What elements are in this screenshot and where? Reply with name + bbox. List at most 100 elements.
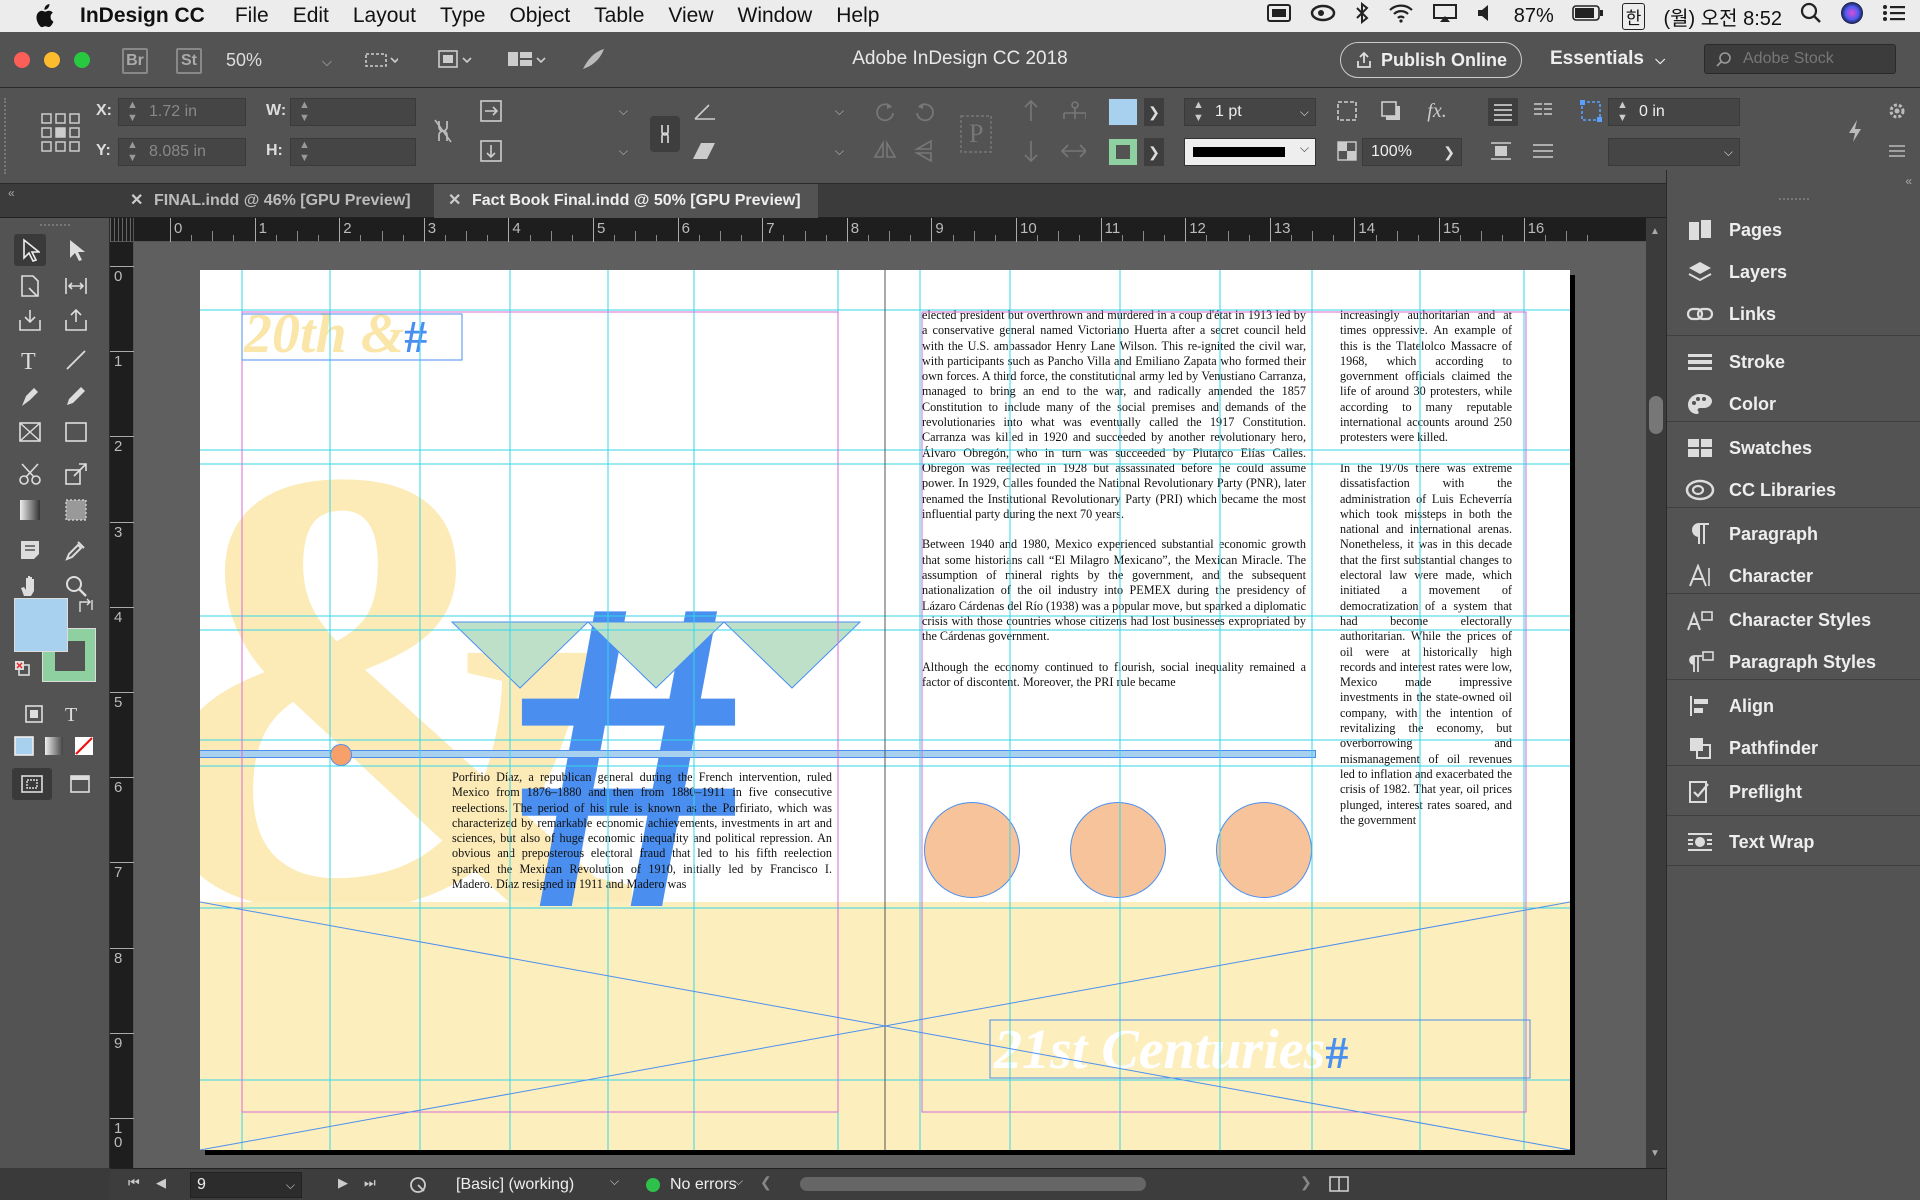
apply-color-icon[interactable]	[10, 732, 38, 760]
line-tool-icon[interactable]	[60, 344, 92, 376]
y-position-field[interactable]: 8.085 in ▲ ▼	[118, 138, 246, 166]
reference-point-icon[interactable]	[38, 110, 82, 154]
rectangle-tool-icon[interactable]	[60, 416, 92, 448]
preflight-status[interactable]: No errors	[670, 1176, 737, 1194]
tab-final-indd[interactable]: ✕ FINAL.indd @ 46% [GPU Preview]	[116, 184, 428, 218]
gear-icon[interactable]	[1884, 98, 1910, 124]
rotate-cw-icon[interactable]	[872, 98, 898, 124]
gradient-swatch-tool-icon[interactable]	[14, 494, 46, 526]
open-page-icon[interactable]	[408, 1175, 428, 1200]
stroke-swatch[interactable]	[1108, 138, 1138, 166]
normal-view-icon[interactable]	[12, 768, 52, 800]
panel-cc-libraries[interactable]: CC Libraries	[1667, 470, 1920, 510]
panel-paragraph[interactable]: Paragraph	[1667, 514, 1920, 554]
adobe-stock-search[interactable]: Adobe Stock	[1704, 44, 1896, 74]
rotation-angle-icon[interactable]	[692, 98, 718, 124]
panel-links[interactable]: Links	[1667, 294, 1920, 334]
constrain-scale-icon[interactable]	[650, 116, 680, 152]
first-page-icon[interactable]: ⏮	[128, 1175, 140, 1191]
rotate-ccw-icon[interactable]	[912, 98, 938, 124]
rotation-field[interactable]: ⌵	[724, 98, 850, 126]
eyedropper-tool-icon[interactable]	[60, 534, 92, 566]
arrange-documents-icon[interactable]	[506, 46, 546, 72]
menu-object[interactable]: Object	[509, 4, 570, 28]
lightning-icon[interactable]	[1842, 118, 1868, 144]
panel-character[interactable]: Character	[1667, 556, 1920, 596]
apply-none-icon[interactable]	[70, 732, 98, 760]
page-tool-icon[interactable]	[14, 270, 46, 302]
panel-layers[interactable]: Layers	[1667, 252, 1920, 292]
scroll-down-icon[interactable]: ▼	[1650, 1148, 1660, 1159]
drop-shadow-icon[interactable]	[1378, 98, 1404, 124]
scroll-left-icon[interactable]: ❮	[760, 1174, 772, 1191]
opacity-field[interactable]: 100% ❯	[1362, 138, 1462, 166]
menu-layout[interactable]: Layout	[353, 4, 416, 28]
window-close-button[interactable]	[14, 52, 30, 68]
chevron-right-icon[interactable]: ❯	[1144, 138, 1164, 166]
publish-online-button[interactable]: Publish Online	[1340, 42, 1522, 78]
select-previous-icon[interactable]	[1018, 138, 1044, 164]
app-menu[interactable]: InDesign CC	[80, 4, 205, 28]
select-content-icon[interactable]	[1060, 98, 1086, 124]
panel-align[interactable]: Align	[1667, 686, 1920, 726]
vertical-scrollbar[interactable]: ▲ ▼	[1646, 218, 1666, 1168]
menu-type[interactable]: Type	[440, 4, 486, 28]
panel-pages[interactable]: Pages	[1667, 210, 1920, 250]
close-icon[interactable]: ✕	[448, 184, 461, 218]
horizontal-scroll-thumb[interactable]	[800, 1177, 1146, 1191]
ruler-origin[interactable]	[110, 218, 134, 242]
scissors-tool-icon[interactable]	[14, 458, 46, 490]
collapse-dock-icon[interactable]: «	[1905, 174, 1912, 188]
creative-cloud-icon[interactable]	[1310, 3, 1336, 29]
scroll-thumb[interactable]	[1649, 396, 1663, 434]
vertical-ruler[interactable]: 0 1 2 3 4 5 6 7 8 9 1 0	[110, 242, 134, 1168]
bridge-button[interactable]: Br	[122, 48, 148, 74]
scale-x-field[interactable]: ⌵	[510, 98, 634, 126]
chevron-right-icon[interactable]: ❯	[1144, 98, 1164, 126]
menu-window[interactable]: Window	[738, 4, 813, 28]
preview-mode-icon[interactable]	[64, 768, 98, 800]
content-placer-icon[interactable]	[60, 304, 92, 336]
height-field[interactable]: ▲ ▼	[290, 138, 416, 166]
panel-stroke[interactable]: Stroke	[1667, 342, 1920, 382]
opacity-icon[interactable]	[1334, 138, 1360, 164]
last-page-icon[interactable]: ⏭	[364, 1175, 376, 1191]
width-field[interactable]: ▲ ▼	[290, 98, 416, 126]
scale-y-field[interactable]: ⌵	[510, 138, 634, 166]
free-transform-tool-icon[interactable]	[60, 458, 92, 490]
input-method-badge[interactable]: 한	[1621, 2, 1646, 30]
baseline-grid-icon[interactable]	[1530, 138, 1556, 164]
next-page-icon[interactable]: ▶	[338, 1175, 348, 1191]
view-options-icon[interactable]	[360, 46, 400, 72]
offset-field[interactable]: 0 in ▲ ▼	[1608, 98, 1740, 126]
text-wrap-icon[interactable]	[1488, 138, 1514, 164]
select-container-icon[interactable]	[1018, 98, 1044, 124]
type-tool-icon[interactable]: T	[14, 344, 46, 376]
battery-icon[interactable]	[1571, 4, 1604, 28]
shear-angle-icon[interactable]	[692, 138, 718, 164]
clock[interactable]: (월) 오전 8:52	[1663, 2, 1782, 31]
chevron-down-icon[interactable]: ⌵	[734, 1174, 743, 1189]
flip-vertical-icon[interactable]	[912, 138, 938, 164]
pencil-tool-icon[interactable]	[60, 380, 92, 412]
siri-icon[interactable]	[1840, 1, 1864, 31]
document-canvas[interactable]: & # 20th &# 21st Centuries# Porfirio Día…	[134, 242, 1646, 1168]
stock-button[interactable]: St	[176, 48, 202, 74]
span-columns-icon[interactable]	[1530, 98, 1556, 124]
window-minimize-button[interactable]	[44, 52, 60, 68]
x-position-field[interactable]: 1.72 in ▲ ▼	[118, 98, 246, 126]
select-next-icon[interactable]	[1060, 138, 1086, 164]
panel-menu-icon[interactable]	[1884, 138, 1910, 164]
volume-icon[interactable]	[1476, 3, 1496, 29]
workspace-switcher[interactable]: Essentials ⌵	[1550, 48, 1665, 70]
panel-text-wrap[interactable]: Text Wrap	[1667, 822, 1920, 862]
wifi-icon[interactable]	[1388, 3, 1414, 29]
scroll-up-icon[interactable]: ▲	[1650, 226, 1660, 237]
display-icon[interactable]	[1266, 3, 1292, 29]
airplay-icon[interactable]	[1432, 3, 1458, 29]
publish-feather-icon[interactable]	[580, 46, 606, 72]
swap-colors-icon[interactable]	[76, 596, 96, 616]
constrain-proportions-icon[interactable]	[430, 118, 456, 144]
menu-table[interactable]: Table	[594, 4, 644, 28]
formatting-text-icon[interactable]: T	[58, 700, 86, 728]
